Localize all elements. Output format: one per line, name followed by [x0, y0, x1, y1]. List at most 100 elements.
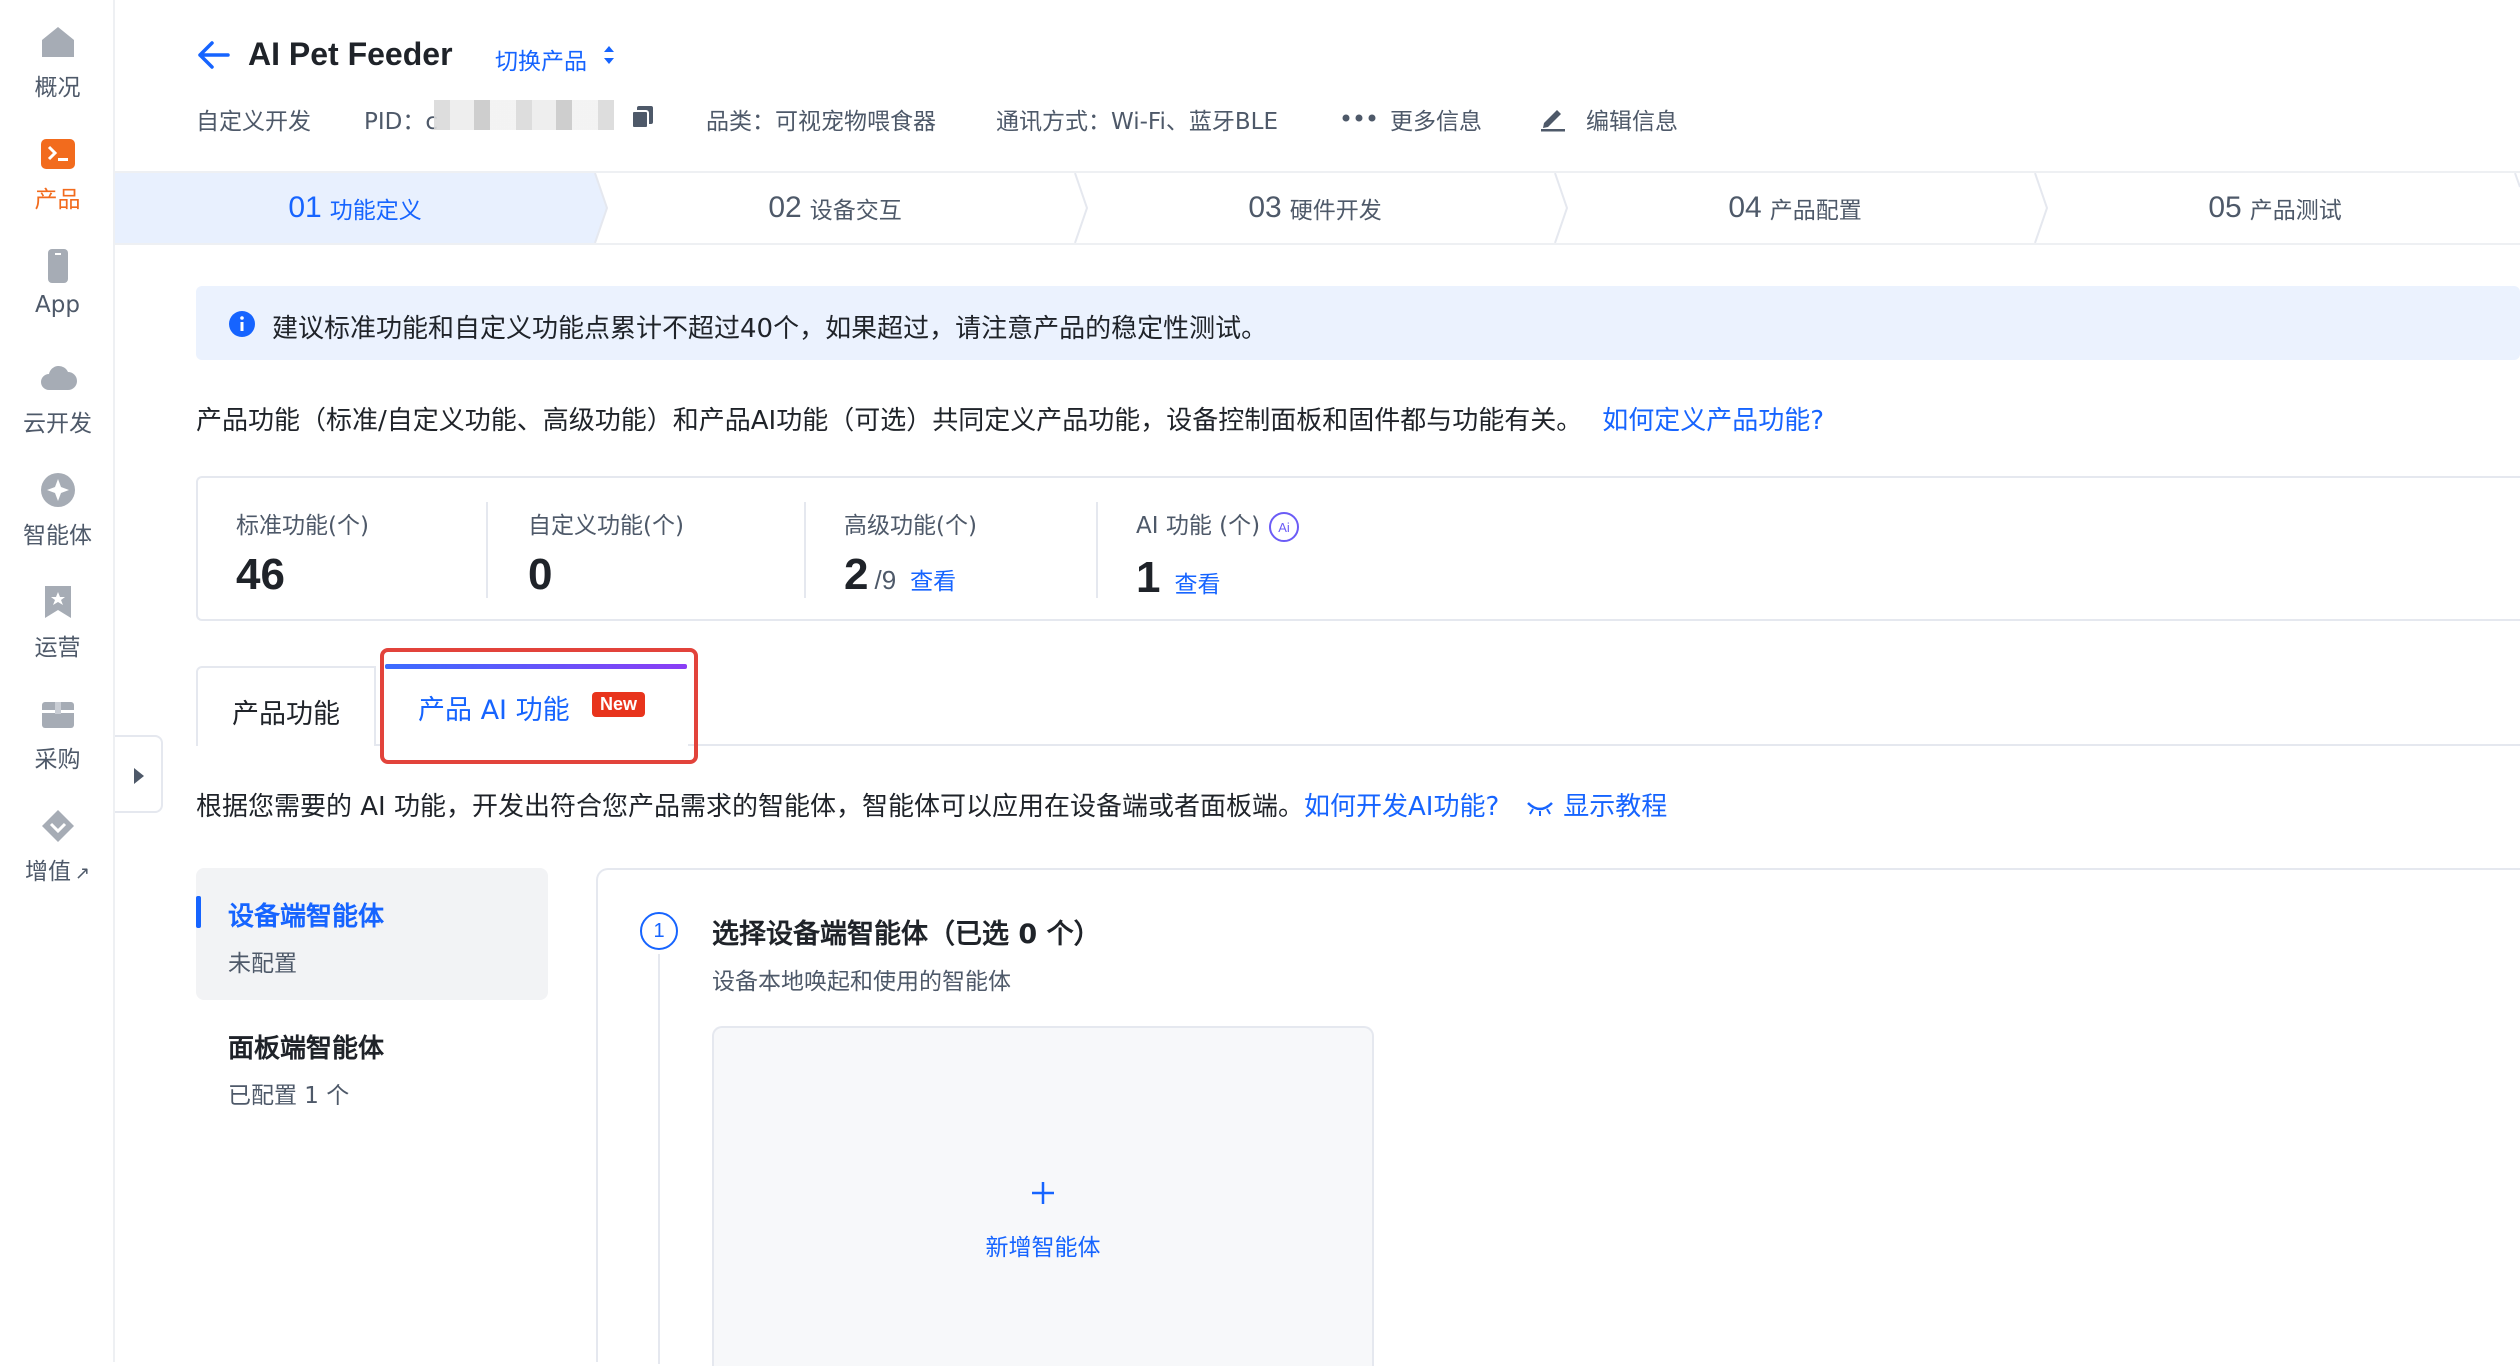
step-name: 设备交互 — [809, 198, 902, 224]
divider — [1096, 502, 1098, 598]
tab-label: 产品功能 — [232, 699, 340, 730]
stat-value: 1 — [1136, 552, 1161, 602]
step-name: 硬件开发 — [1289, 198, 1382, 224]
agent-status: 未配置 — [228, 951, 297, 977]
home-icon — [41, 27, 74, 57]
divider — [486, 502, 488, 598]
description-text: 产品功能（标准/自定义功能、高级功能）和产品AI功能（可选）共同定义产品功能，设… — [196, 406, 1583, 436]
nav-overview[interactable]: 概况 — [0, 22, 115, 102]
stat-label: 自定义功能(个) — [528, 513, 684, 539]
stat-custom: 自定义功能(个) 0 — [528, 506, 684, 600]
switch-product-link[interactable]: 切换产品 — [495, 42, 587, 76]
nav-product[interactable]: 产品 — [0, 134, 115, 214]
stat-value: 0 — [528, 550, 553, 599]
agent-title: 面板端智能体 — [228, 1034, 385, 1064]
stat-value-row: 1 查看 — [1136, 553, 1300, 603]
agent-status: 已配置 1 个 — [228, 1083, 350, 1109]
step-hardware-dev[interactable]: 03 硬件开发 — [1075, 173, 1555, 243]
stat-value: 2 — [844, 550, 869, 599]
ai-desc-text: 根据您需要的 AI 功能，开发出符合您产品需求的智能体，智能体可以应用在设备端或… — [196, 792, 1304, 822]
agent-item-panel[interactable]: 面板端智能体 已配置 1 个 — [196, 1000, 548, 1132]
back-arrow-icon[interactable] — [196, 40, 230, 70]
diamond-icon — [41, 810, 74, 842]
card-subtitle: 设备本地唤起和使用的智能体 — [712, 969, 1011, 995]
step-name: 产品配置 — [1769, 198, 1862, 224]
function-stats-panel: 标准功能(个) 46 自定义功能(个) 0 高级功能(个) 2/9 查看 AI 功… — [196, 476, 2520, 621]
stat-value-row: 2/9 查看 — [844, 550, 977, 600]
stat-label: 标准功能(个) — [236, 513, 369, 539]
info-icon — [229, 311, 255, 337]
card-title: 选择设备端智能体（已选 0 个） — [712, 919, 1101, 950]
agent-item-device[interactable]: 设备端智能体 未配置 — [196, 868, 548, 1000]
phone-icon — [47, 249, 68, 283]
eye-closed-icon[interactable] — [1525, 799, 1555, 817]
external-link-icon: ↗ — [74, 863, 91, 884]
nav-agent[interactable]: 智能体 — [0, 470, 115, 550]
copy-icon[interactable] — [630, 104, 656, 130]
step-name: 功能定义 — [329, 198, 422, 224]
agent-type-list: 设备端智能体 未配置 面板端智能体 已配置 1 个 — [196, 868, 548, 1132]
product-function-description: 产品功能（标准/自定义功能、高级功能）和产品AI功能（可选）共同定义产品功能，设… — [196, 400, 1824, 437]
stat-standard: 标准功能(个) 46 — [236, 506, 369, 600]
more-dots-icon[interactable] — [1342, 114, 1376, 122]
edit-info-link[interactable]: 编辑信息 — [1586, 102, 1678, 136]
nav-label: 采购 — [34, 747, 81, 773]
side-nav: 概况 产品 App 云开发 智能体 运营 采购 增值 ↗ — [0, 0, 115, 1362]
step-name: 产品测试 — [2249, 198, 2342, 224]
device-agent-card: 1 选择设备端智能体（已选 0 个） 设备本地唤起和使用的智能体 新增智能体 — [596, 868, 2520, 1366]
nav-label: App — [35, 292, 80, 318]
how-to-define-link[interactable]: 如何定义产品功能? — [1602, 406, 1824, 436]
add-agent-button[interactable]: 新增智能体 — [712, 1026, 1374, 1366]
agent-title: 设备端智能体 — [228, 902, 385, 932]
nav-label: 概况 — [34, 75, 81, 101]
nav-label: 产品 — [34, 187, 81, 213]
nav-cloud[interactable]: 云开发 — [0, 358, 115, 438]
alert-text: 建议标准功能和自定义功能点累计不超过40个，如果超过，请注意产品的稳定性测试。 — [272, 314, 1268, 344]
step-number-circle: 1 — [640, 912, 678, 950]
sort-caret-icon[interactable] — [602, 44, 616, 66]
step-product-test[interactable]: 05 产品测试 — [2035, 173, 2515, 243]
step-function-definition[interactable]: 01 功能定义 — [115, 173, 595, 243]
step-number: 03 — [1248, 191, 1282, 224]
product-icon — [40, 139, 75, 169]
box-icon — [41, 702, 74, 728]
show-tutorial-link[interactable]: 显示教程 — [1563, 792, 1667, 822]
nav-purchase[interactable]: 采购 — [0, 694, 115, 774]
nav-value-added[interactable]: 增值 ↗ — [0, 806, 115, 886]
step-number: 05 — [2208, 191, 2242, 224]
nav-label: 云开发 — [23, 411, 92, 437]
expand-panel-button[interactable] — [115, 735, 163, 813]
pid-label: PID：c — [364, 109, 439, 135]
step-product-config[interactable]: 04 产品配置 — [1555, 173, 2035, 243]
nav-label: 运营 — [34, 635, 81, 661]
view-ai-link[interactable]: 查看 — [1174, 572, 1220, 598]
stat-value: 46 — [236, 550, 285, 599]
step-device-interaction[interactable]: 02 设备交互 — [595, 173, 1075, 243]
step-number: 04 — [1728, 191, 1762, 224]
divider — [804, 502, 806, 598]
info-alert: 建议标准功能和自定义功能点累计不超过40个，如果超过，请注意产品的稳定性测试。 — [196, 286, 2520, 360]
nav-app[interactable]: App — [0, 246, 115, 318]
category: 品类：可视宠物喂食器 — [706, 109, 936, 135]
step-number: 01 — [288, 191, 322, 224]
dev-type: 自定义开发 — [196, 109, 311, 135]
nav-operation[interactable]: 运营 — [0, 582, 115, 662]
step-connector-line — [658, 954, 660, 1364]
tab-product-function[interactable]: 产品功能 — [196, 666, 376, 746]
stat-label: 高级功能(个) — [844, 513, 977, 539]
add-agent-label: 新增智能体 — [985, 1235, 1101, 1261]
view-advanced-link[interactable]: 查看 — [910, 569, 956, 595]
edit-icon[interactable] — [1538, 102, 1568, 132]
step-bar: 01 功能定义 02 设备交互 03 硬件开发 04 产品配置 05 产品测试 — [115, 171, 2520, 245]
product-title: AI Pet Feeder — [248, 36, 453, 72]
ai-badge-icon: Ai — [1269, 511, 1300, 542]
nav-label: 智能体 — [23, 523, 92, 549]
comm-method: 通讯方式：Wi-Fi、蓝牙BLE — [996, 109, 1278, 135]
stat-advanced: 高级功能(个) 2/9 查看 — [844, 506, 977, 600]
svg-text:Ai: Ai — [1278, 520, 1290, 535]
more-info-link[interactable]: 更多信息 — [1390, 102, 1482, 136]
pid-redacted — [434, 100, 614, 130]
nav-label: 增值 ↗ — [24, 859, 91, 885]
highlight-box — [380, 648, 698, 764]
how-to-develop-ai-link[interactable]: 如何开发AI功能? — [1304, 792, 1499, 822]
